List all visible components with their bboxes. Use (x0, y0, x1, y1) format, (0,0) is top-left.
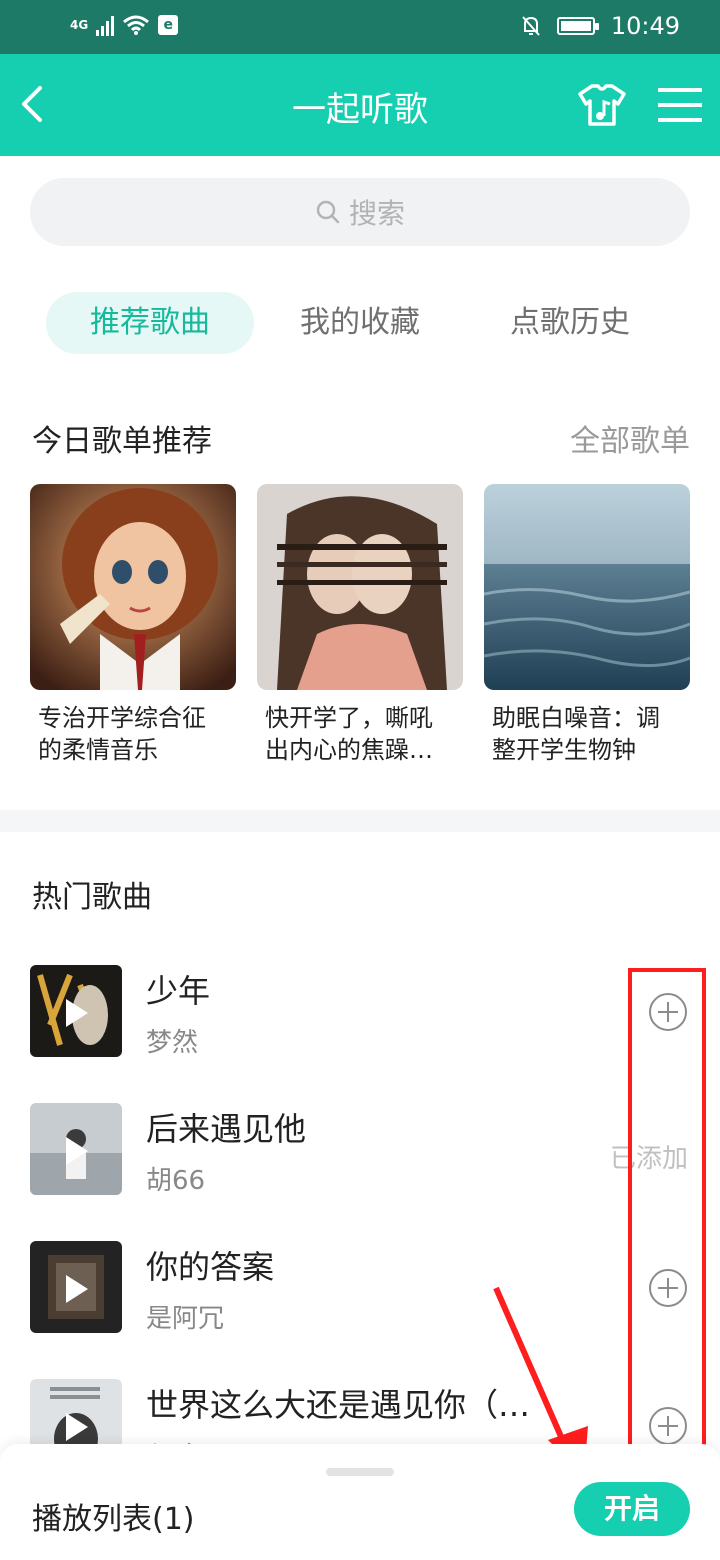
hot-songs-title: 热门歌曲 (32, 880, 152, 915)
playlist-cover (484, 484, 690, 690)
network-label: 4G (70, 18, 89, 32)
song-row[interactable]: 少年 梦然 (0, 940, 720, 1060)
playlist-caption: 助眠白噪音：调 整开学生物钟 (484, 702, 690, 766)
playlist-card[interactable]: 快开学了，嘶吼 出内心的焦躁… (257, 484, 463, 766)
song-title: 你的答案 (146, 1248, 275, 1286)
battery-icon (556, 17, 599, 35)
song-thumbnail[interactable] (30, 1103, 122, 1195)
play-icon (66, 1275, 88, 1303)
song-title: 世界这么大还是遇见你（… (146, 1386, 531, 1424)
tab-recommended[interactable]: 推荐歌曲 (46, 292, 254, 354)
playlist-cards: 专治开学综合征 的柔情音乐 快开学了，嘶吼 出内心的焦躁… 助眠白噪音：调 整开… (0, 484, 720, 774)
playlists-title: 今日歌单推荐 (32, 424, 212, 459)
all-playlists-link[interactable]: 全部歌单 (570, 416, 690, 460)
song-artist: 梦然 (146, 1028, 199, 1058)
menu-icon[interactable] (658, 86, 702, 124)
playlist-caption: 快开学了，嘶吼 出内心的焦躁… (257, 702, 463, 766)
song-artist: 胡66 (146, 1166, 206, 1196)
playlist-cover (30, 484, 236, 690)
start-button[interactable]: 开启 (574, 1482, 690, 1536)
tab-favorites[interactable]: 我的收藏 (270, 292, 450, 354)
playlist-card[interactable]: 助眠白噪音：调 整开学生物钟 (484, 484, 690, 766)
caption-line: 助眠白噪音：调 (492, 704, 660, 732)
search-placeholder: 搜索 (348, 197, 405, 230)
playlist-card[interactable]: 专治开学综合征 的柔情音乐 (30, 484, 236, 766)
search-icon (316, 200, 340, 224)
status-time: 10:49 (610, 12, 680, 40)
status-right: 10:49 (521, 12, 680, 40)
caption-line: 出内心的焦躁… (265, 736, 433, 764)
song-thumbnail[interactable] (30, 965, 122, 1057)
song-artist: 是阿冗 (146, 1304, 225, 1334)
app-badge-icon: e (158, 15, 179, 35)
shirt-music-icon[interactable] (578, 82, 626, 128)
song-thumbnail[interactable] (30, 1241, 122, 1333)
search-bar[interactable]: 搜索 (30, 178, 690, 246)
wifi-icon (123, 15, 150, 35)
play-icon (66, 1413, 88, 1441)
caption-line: 专治开学综合征 (38, 704, 206, 732)
section-divider (0, 810, 720, 832)
play-icon (66, 1137, 88, 1165)
song-row[interactable]: 后来遇见他 胡66 已添加 (0, 1078, 720, 1198)
drag-handle[interactable] (326, 1468, 394, 1476)
status-left: 4G e (70, 14, 179, 36)
song-row[interactable]: 你的答案 是阿冗 (0, 1216, 720, 1336)
annotation-highlight-box (628, 968, 706, 1448)
play-icon (66, 999, 88, 1027)
playlist-cover (257, 484, 463, 690)
app-header: 一起听歌 (0, 54, 720, 156)
song-title: 后来遇见他 (146, 1110, 307, 1148)
tab-bar: 推荐歌曲 我的收藏 点歌历史 (0, 292, 720, 356)
tab-history[interactable]: 点歌历史 (480, 292, 660, 354)
signal-icon (96, 14, 115, 36)
playlist-count[interactable]: 播放列表(1) (32, 1494, 195, 1538)
bottom-sheet: 播放列表(1) 开启 (0, 1444, 720, 1560)
playlist-caption: 专治开学综合征 的柔情音乐 (30, 702, 236, 766)
caption-line: 快开学了，嘶吼 (265, 704, 433, 732)
caption-line: 整开学生物钟 (492, 736, 636, 764)
song-title: 少年 (146, 972, 211, 1010)
caption-line: 的柔情音乐 (38, 736, 158, 764)
mute-bell-icon (522, 16, 540, 36)
status-bar: 4G e 10:49 (0, 0, 720, 54)
